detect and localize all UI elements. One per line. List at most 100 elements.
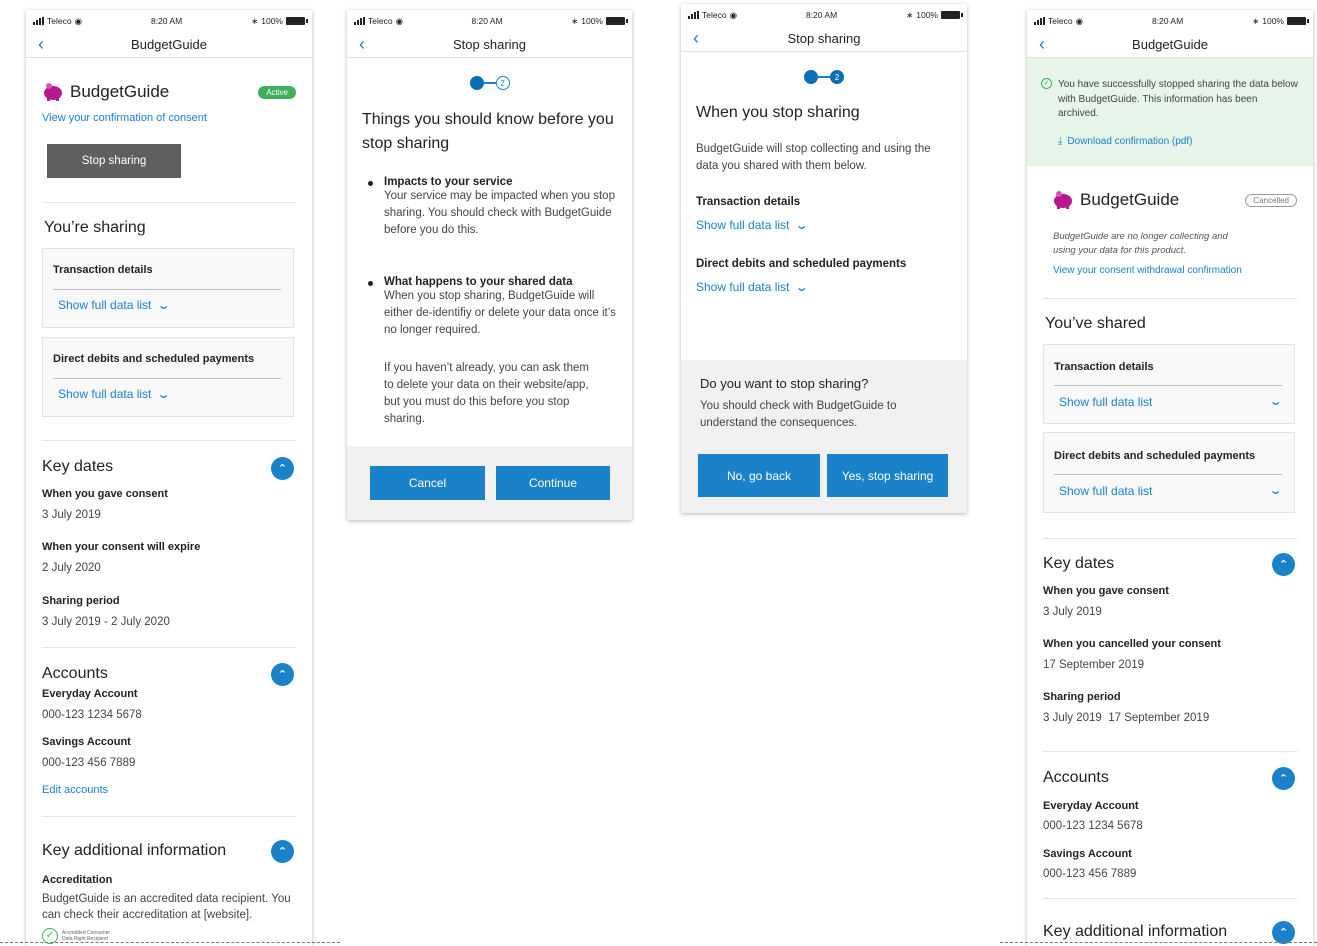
account-label: Savings Account (42, 736, 131, 748)
collapse-chevron-up-icon[interactable]: ⌃ (271, 840, 294, 863)
collapse-chevron-up-icon[interactable]: ⌃ (1272, 767, 1295, 790)
status-bar: Teleco ◉ 8:20 AM ∗ 100% (347, 10, 632, 32)
success-message: You have successfully stopped sharing th… (1058, 79, 1298, 119)
show-data-list-link[interactable]: Show full data list ⌄ (58, 387, 171, 401)
chevron-down-icon: ⌄ (795, 219, 809, 232)
info-bullet: Impacts to your service Your service may… (362, 176, 617, 239)
battery-level: 100% (581, 16, 603, 26)
show-data-list-link[interactable]: Show full data list (1059, 395, 1152, 409)
download-confirmation-link[interactable]: ⤓ Download confirmation (pdf) (1058, 136, 1192, 147)
success-banner: ✓ You have successfully stopped sharing … (1027, 58, 1313, 166)
collapse-chevron-up-icon[interactable]: ⌃ (1272, 553, 1295, 576)
seal-text: Accredited Consumer Data Right Recipient (62, 930, 111, 942)
data-item-title: Transaction details (53, 264, 153, 276)
brand: BudgetGuide (1052, 190, 1179, 210)
stop-sharing-button[interactable]: Stop sharing (47, 144, 181, 178)
withdrawal-confirmation-link[interactable]: View your consent withdrawal confirmatio… (1053, 265, 1242, 276)
status-bar: Teleco ◉ 8:20 AM ∗ 100% (681, 4, 967, 26)
wifi-icon: ◉ (729, 9, 737, 20)
show-data-list-link[interactable]: Show full data list ⌄ (696, 280, 809, 294)
clock: 8:20 AM (805, 10, 838, 20)
page-heading: Things you should know before you stop s… (362, 111, 614, 152)
back-chevron-icon[interactable]: ‹ (1039, 35, 1045, 53)
nav-bar: ‹ BudgetGuide (26, 32, 312, 58)
collapse-chevron-up-icon[interactable]: ⌃ (1272, 921, 1295, 944)
battery-level: 100% (916, 10, 938, 20)
step-indicator: 1 2 (347, 76, 632, 90)
bullet-text: When you stop sharing, BudgetGuide will … (384, 290, 616, 336)
clock: 8:20 AM (150, 16, 183, 26)
bullet-title: What happens to your shared data (384, 276, 573, 288)
signal-icon (1034, 17, 1045, 25)
stop-explanation: BudgetGuide will stop collecting and usi… (696, 143, 931, 172)
bluetooth-icon: ∗ (906, 9, 914, 20)
step-1: 1 (804, 70, 818, 84)
screen-consent-details: Teleco ◉ 8:20 AM ∗ 100% ‹ BudgetGuide Budg… (26, 10, 312, 946)
no-go-back-button[interactable]: No, go back (698, 454, 820, 497)
accreditation-label: Accreditation (42, 874, 113, 886)
date-value: 3 July 2019 - 2 July 2020 (42, 616, 170, 628)
back-chevron-icon[interactable]: ‹ (359, 35, 365, 53)
carrier: Teleco (1048, 16, 1073, 26)
screen-sharing-stopped: Teleco ◉ 8:20 AM ∗ 100% ‹ BudgetGuide ✓ Yo… (1027, 10, 1313, 946)
edit-accounts-link[interactable]: Edit accounts (42, 784, 108, 796)
account-number: 000-123 456 7889 (42, 757, 136, 769)
date-value: 3 July 2019 17 September 2019 (1043, 712, 1210, 724)
account-label: Everyday Account (1043, 800, 1139, 812)
continue-button[interactable]: Continue (496, 466, 610, 500)
additional-info-title: Key additional information (1043, 923, 1228, 940)
clock: 8:20 AM (1151, 16, 1184, 26)
carrier: Teleco (47, 16, 72, 26)
signal-icon (688, 11, 699, 19)
nav-title: BudgetGuide (1132, 37, 1208, 52)
chevron-down-icon: ⌄ (795, 281, 809, 294)
nav-title: Stop sharing (453, 37, 526, 52)
back-chevron-icon[interactable]: ‹ (38, 35, 44, 53)
nav-title: Stop sharing (787, 31, 861, 46)
confirm-question: Do you want to stop sharing? (700, 376, 869, 391)
date-label: Sharing period (1043, 691, 1121, 703)
screen-things-to-know: Teleco ◉ 8:20 AM ∗ 100% ‹ Stop sharing 1 2… (347, 10, 632, 520)
action-footer: Cancel Continue (347, 446, 632, 520)
chevron-down-icon: ⌄ (157, 299, 171, 312)
battery-icon (941, 11, 963, 19)
date-label: When your consent will expire (42, 541, 201, 553)
battery-icon (606, 17, 628, 25)
battery-level: 100% (261, 16, 283, 26)
chevron-down-icon[interactable]: ⌄ (1269, 484, 1283, 497)
date-value: 17 September 2019 (1043, 659, 1145, 671)
chevron-down-icon[interactable]: ⌄ (1269, 395, 1283, 408)
check-circle-icon: ✓ (1041, 78, 1052, 89)
chevron-down-icon: ⌄ (157, 388, 171, 401)
battery-icon (286, 17, 308, 25)
piggy-bank-icon (44, 83, 62, 101)
consent-link[interactable]: View your confirmation of consent (42, 112, 296, 124)
cancel-button[interactable]: Cancel (370, 466, 485, 500)
step-2: 2 (830, 70, 844, 84)
collapse-chevron-up-icon[interactable]: ⌃ (271, 663, 294, 686)
battery-level: 100% (1262, 16, 1284, 26)
account-label: Everyday Account (42, 688, 138, 700)
data-item-box: Direct debits and scheduled payments Sho… (1043, 432, 1295, 513)
collapse-chevron-up-icon[interactable]: ⌃ (271, 457, 294, 480)
status-bar: Teleco ◉ 8:20 AM ∗ 100% (26, 10, 312, 32)
status-badge: Cancelled (1245, 193, 1297, 207)
accounts-title: Accounts (1043, 769, 1109, 786)
signal-icon (33, 17, 44, 25)
yes-stop-sharing-button[interactable]: Yes, stop sharing (827, 454, 948, 497)
bluetooth-icon: ∗ (1252, 15, 1260, 26)
wifi-icon: ◉ (395, 15, 403, 26)
date-label: When you gave consent (1043, 585, 1169, 597)
show-data-list-link[interactable]: Show full data list (1059, 484, 1152, 498)
step-indicator: 1 2 (681, 70, 967, 84)
show-data-list-link[interactable]: Show full data list ⌄ (58, 298, 171, 312)
bullet-text: Your service may be impacted when you st… (384, 190, 615, 236)
key-dates-title: Key dates (42, 458, 114, 475)
sharing-title: You’re sharing (44, 219, 146, 236)
carrier: Teleco (368, 16, 393, 26)
show-data-list-link[interactable]: Show full data list ⌄ (696, 218, 809, 232)
back-chevron-icon[interactable]: ‹ (693, 29, 699, 47)
account-number: 000-123 1234 5678 (1043, 820, 1143, 832)
data-item-title: Transaction details (1054, 361, 1154, 373)
step-1: 1 (469, 76, 484, 90)
